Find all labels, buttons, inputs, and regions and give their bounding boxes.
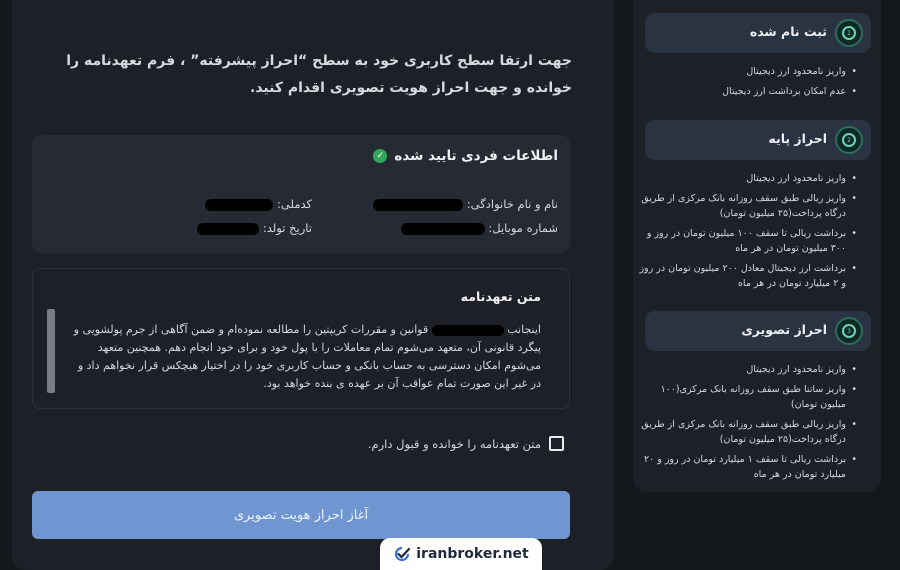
national-code-label: کدملی: [277, 197, 312, 211]
watermark-text: iranbroker.net [416, 546, 529, 562]
level-badge-icon: 1 [835, 19, 863, 47]
name-label: نام و نام خانوادگی: [466, 197, 558, 211]
list-item: برداشت ارز دیجیتال معادل ۲۰۰ میلیون توما… [635, 261, 857, 292]
list-item: واریز ریالی طبق سقف روزانه بانک مرکزی از… [635, 417, 857, 448]
agree-row[interactable]: متن تعهدنامه را خوانده و قبول دارم. [368, 436, 564, 451]
list-item: واریز نامحدود ارز دیجیتال [635, 171, 857, 187]
national-code-field: کدملی: [205, 197, 312, 211]
mobile-value-redacted [400, 222, 485, 235]
start-video-verification-button[interactable]: آغاز احراز هویت تصویری [32, 491, 570, 539]
birthdate-field: تاریخ تولد: [197, 221, 312, 235]
level-header-registered: 1 ثبت نام شده [645, 13, 871, 53]
national-code-value-redacted [205, 198, 274, 211]
verified-info-heading: اطلاعات فردی تایید شده [394, 148, 558, 164]
levels-panel: 1 ثبت نام شده واریز نامحدود ارز دیجیتال … [633, 0, 881, 492]
terms-line-prefix: اینجانب [507, 323, 541, 336]
birthdate-value-redacted [197, 222, 260, 235]
level-title: ثبت نام شده [749, 24, 827, 39]
terms-card: متن تعهدنامه اینجانب قوانین و مقررات کری… [32, 268, 570, 409]
name-field: نام و نام خانوادگی: [373, 197, 558, 211]
level-title: احراز تصویری [741, 322, 827, 337]
terms-scrollbar[interactable] [47, 309, 55, 393]
name-value-redacted [373, 198, 464, 211]
level-list-registered: واریز نامحدود ارز دیجیتال عدم امکان بردا… [635, 64, 857, 103]
list-item: برداشت ریالی تا سقف ۱۰۰ میلیون تومان در … [635, 226, 857, 257]
main-panel: جهت ارتقا سطح کاربری خود به سطح “احراز پ… [12, 0, 614, 570]
verified-info-card: اطلاعات فردی تایید شده ✓ نام و نام خانوا… [32, 135, 570, 253]
check-circle-icon: ✓ [373, 149, 388, 163]
list-item: عدم امکان برداشت ارز دیجیتال [635, 84, 857, 100]
list-item: واریز نامحدود ارز دیجیتال [635, 64, 857, 80]
agree-label: متن تعهدنامه را خوانده و قبول دارم. [367, 436, 541, 451]
verified-info-title: اطلاعات فردی تایید شده ✓ [373, 148, 558, 164]
level-list-video: واریز نامحدود ارز دیجیتال واریز ساتنا طب… [635, 362, 857, 487]
mobile-label: شماره موبایل: [488, 221, 558, 235]
check-logo-icon [395, 546, 411, 562]
mobile-field: شماره موبایل: [400, 221, 558, 235]
terms-title: متن تعهدنامه [460, 289, 541, 304]
list-item: واریز ساتنا طبق سقف روزانه بانک مرکزی(۱۰… [635, 382, 857, 413]
list-item: برداشت ریالی تا سقف ۱ میلیارد تومان در ر… [635, 452, 857, 483]
list-item: واریز ریالی طبق سقف روزانه بانک مرکزی از… [635, 191, 857, 222]
agree-checkbox[interactable] [549, 436, 564, 451]
level-badge-icon: 2 [835, 126, 863, 154]
list-item: واریز نامحدود ارز دیجیتال [635, 362, 857, 378]
level-header-basic: 2 احراز پایه [645, 120, 871, 160]
intro-text: جهت ارتقا سطح کاربری خود به سطح “احراز پ… [66, 53, 572, 96]
birthdate-label: تاریخ تولد: [262, 221, 312, 235]
user-name-redacted [431, 324, 504, 336]
watermark: iranbroker.net [380, 538, 542, 570]
level-badge-icon: 3 [835, 317, 863, 345]
terms-text: اینجانب قوانین و مقررات کریپتین را مطالع… [71, 321, 541, 393]
level-header-video: 3 احراز تصویری [645, 311, 871, 351]
level-list-basic: واریز نامحدود ارز دیجیتال واریز ریالی طب… [635, 171, 857, 296]
level-title: احراز پایه [768, 131, 827, 146]
